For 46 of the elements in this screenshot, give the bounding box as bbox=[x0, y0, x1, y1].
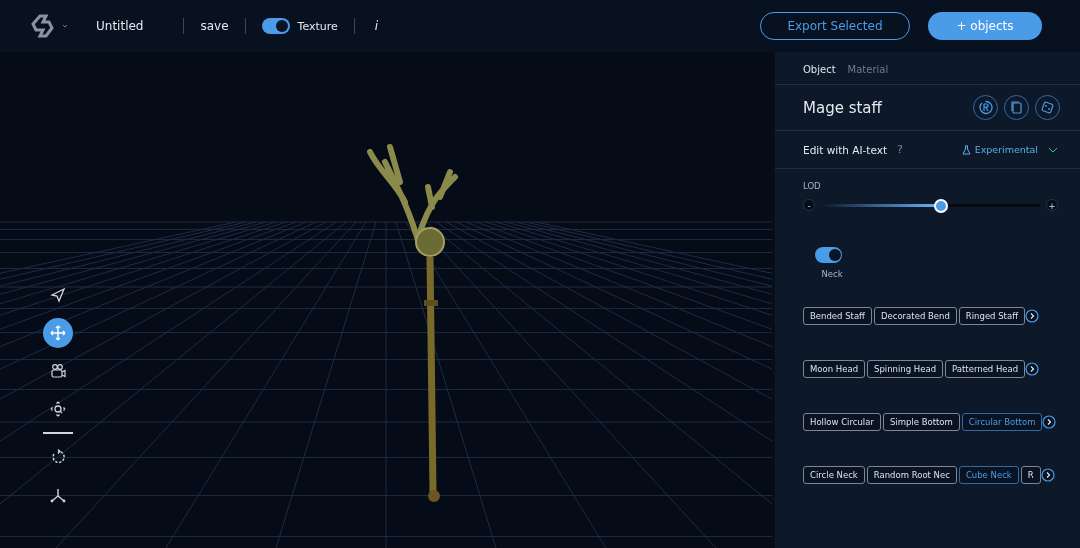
texture-label: Texture bbox=[297, 19, 338, 33]
video-camera-icon bbox=[49, 362, 67, 380]
option-chip[interactable]: Ringed Staff bbox=[958, 307, 1025, 325]
flask-icon bbox=[961, 144, 971, 155]
option-chip[interactable]: R bbox=[1020, 466, 1041, 484]
info-button[interactable]: i bbox=[374, 19, 379, 33]
option-chip[interactable]: Hollow Circular bbox=[803, 413, 881, 431]
lod-label: LOD bbox=[803, 181, 822, 191]
option-chip[interactable]: Circle Neck bbox=[803, 466, 865, 484]
move-tool-button[interactable] bbox=[43, 318, 73, 348]
experimental-dropdown[interactable]: Experimental bbox=[961, 144, 1058, 155]
scroll-right-icon[interactable] bbox=[1025, 309, 1039, 323]
project-title: Untitled bbox=[96, 19, 144, 33]
save-button[interactable]: save bbox=[200, 19, 229, 33]
option-chip[interactable]: Random Root Nec bbox=[866, 466, 957, 484]
option-chip[interactable]: Decorated Bend bbox=[873, 307, 957, 325]
logo-icon[interactable] bbox=[30, 14, 70, 38]
scroll-right-icon[interactable] bbox=[1042, 415, 1057, 429]
help-button[interactable]: ? bbox=[897, 143, 962, 156]
option-chip[interactable]: Circular Bottom bbox=[961, 413, 1043, 431]
reset-icon bbox=[978, 100, 993, 115]
increase-button[interactable]: + bbox=[1046, 199, 1058, 211]
decrease-button[interactable]: - bbox=[803, 199, 815, 211]
lod-slider-thumb[interactable] bbox=[934, 198, 949, 213]
texture-toggle[interactable] bbox=[261, 18, 290, 34]
copy-icon bbox=[1009, 100, 1024, 115]
cursor-icon bbox=[49, 286, 67, 304]
axes-icon bbox=[49, 486, 67, 504]
option-chip[interactable]: Moon Head bbox=[803, 360, 866, 378]
neck-label: Neck bbox=[821, 269, 843, 279]
neck-toggle[interactable] bbox=[814, 247, 842, 263]
option-chip[interactable]: Spinning Head bbox=[867, 360, 944, 378]
dice-icon bbox=[1040, 100, 1055, 115]
panel-tab[interactable]: Material bbox=[847, 64, 889, 75]
option-chip[interactable]: Cube Neck bbox=[958, 466, 1019, 484]
panel-tab[interactable]: Object bbox=[803, 64, 836, 75]
option-chip[interactable]: Simple Bottom bbox=[882, 413, 960, 431]
object-name: Mage staff bbox=[803, 98, 883, 117]
scroll-right-icon[interactable] bbox=[1040, 468, 1055, 482]
ai-text-label: Edit with AI-text bbox=[803, 143, 888, 156]
zoom-icon bbox=[49, 400, 67, 418]
move-icon bbox=[49, 324, 67, 342]
option-chip[interactable]: Bended Staff bbox=[803, 307, 872, 325]
option-chip[interactable]: Patterned Head bbox=[945, 360, 1026, 378]
scroll-right-icon[interactable] bbox=[1025, 362, 1040, 376]
chevron-down-icon bbox=[1048, 146, 1058, 153]
